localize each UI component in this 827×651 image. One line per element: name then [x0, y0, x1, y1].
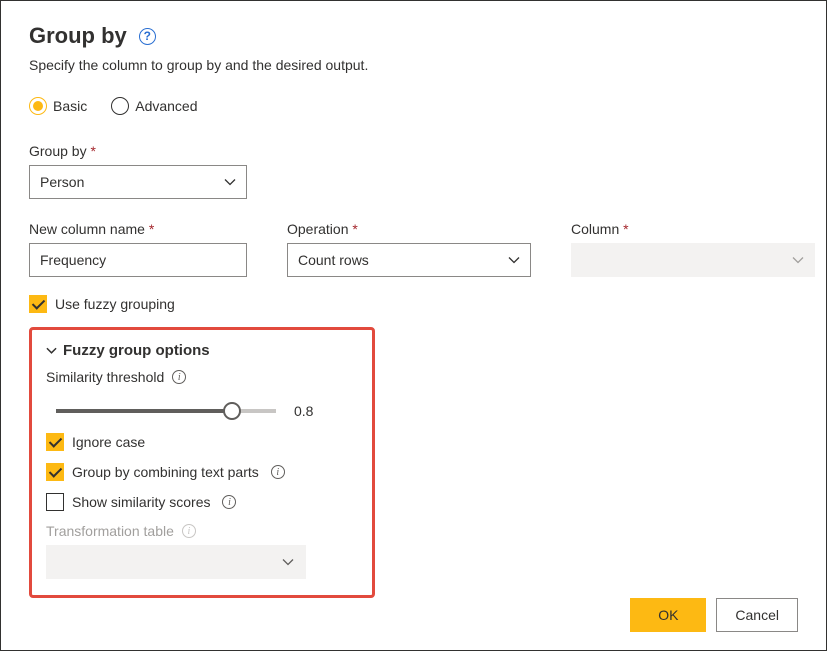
use-fuzzy-label: Use fuzzy grouping — [55, 296, 175, 312]
slider-thumb[interactable] — [223, 402, 241, 420]
combine-text-checkbox[interactable] — [46, 463, 64, 481]
group-by-value: Person — [40, 174, 84, 190]
new-column-value: Frequency — [40, 252, 106, 268]
column-label: Column * — [571, 221, 815, 237]
fuzzy-options-section: Fuzzy group options Similarity threshold… — [29, 327, 375, 598]
group-by-label: Group by * — [29, 143, 247, 159]
chevron-down-icon — [282, 556, 294, 568]
column-select[interactable] — [571, 243, 815, 277]
info-icon: i — [182, 524, 196, 538]
transform-table-select[interactable] — [46, 545, 306, 579]
chevron-down-icon — [792, 254, 804, 266]
radio-advanced-label: Advanced — [135, 98, 197, 114]
show-scores-checkbox[interactable] — [46, 493, 64, 511]
radio-basic[interactable]: Basic — [29, 97, 87, 115]
radio-advanced[interactable]: Advanced — [111, 97, 197, 115]
operation-label: Operation * — [287, 221, 531, 237]
transform-table-label: Transformation table i — [46, 523, 358, 539]
slider-fill — [56, 409, 232, 413]
dialog-title: Group by — [29, 23, 127, 49]
info-icon[interactable]: i — [271, 465, 285, 479]
mode-radio-group: Basic Advanced — [29, 97, 798, 115]
operation-select[interactable]: Count rows — [287, 243, 531, 277]
ok-button[interactable]: OK — [630, 598, 706, 632]
info-icon[interactable]: i — [222, 495, 236, 509]
group-by-select[interactable]: Person — [29, 165, 247, 199]
ignore-case-label: Ignore case — [72, 434, 145, 450]
help-icon[interactable]: ? — [139, 28, 156, 45]
info-icon[interactable]: i — [172, 370, 186, 384]
radio-basic-label: Basic — [53, 98, 87, 114]
show-scores-label: Show similarity scores — [72, 494, 210, 510]
similarity-value: 0.8 — [294, 403, 313, 419]
group-by-dialog: Group by ? Specify the column to group b… — [0, 0, 827, 651]
cancel-button[interactable]: Cancel — [716, 598, 798, 632]
chevron-down-icon — [224, 176, 236, 188]
fuzzy-options-header[interactable]: Fuzzy group options — [46, 342, 358, 359]
chevron-down-icon — [508, 254, 520, 266]
ignore-case-checkbox[interactable] — [46, 433, 64, 451]
operation-value: Count rows — [298, 252, 369, 268]
similarity-slider[interactable] — [56, 409, 276, 413]
combine-text-label: Group by combining text parts — [72, 464, 259, 480]
new-column-input[interactable]: Frequency — [29, 243, 247, 277]
new-column-label: New column name * — [29, 221, 247, 237]
use-fuzzy-checkbox[interactable] — [29, 295, 47, 313]
chevron-down-icon — [46, 345, 57, 356]
similarity-label: Similarity threshold i — [46, 369, 358, 385]
dialog-subtitle: Specify the column to group by and the d… — [29, 57, 798, 73]
